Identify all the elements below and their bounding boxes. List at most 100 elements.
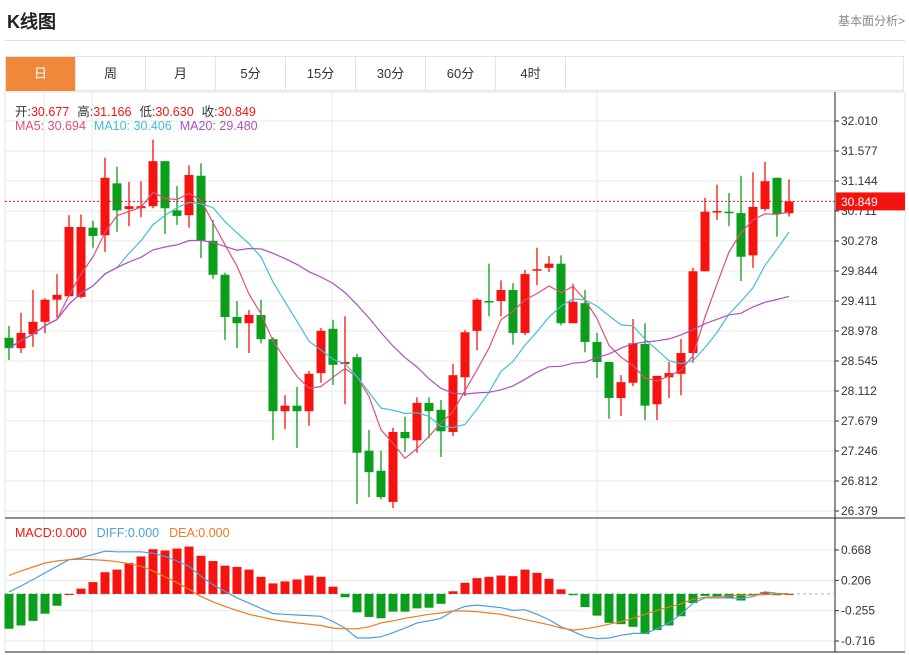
candle-up bbox=[784, 201, 794, 214]
macd-bar bbox=[448, 591, 458, 594]
candle-down bbox=[292, 405, 302, 412]
price-tick-label: 28.112 bbox=[841, 384, 877, 398]
macd-bar bbox=[364, 593, 374, 617]
macd-bar bbox=[208, 561, 218, 594]
macd-tick-label: 0.668 bbox=[841, 543, 871, 557]
macd-bar bbox=[304, 575, 314, 594]
candle-up bbox=[40, 299, 50, 322]
ma10-value: 30.406 bbox=[133, 119, 172, 133]
macd-bar bbox=[268, 583, 278, 594]
candle-down bbox=[352, 357, 362, 453]
ohlc-info: 开:30.677 高:31.166 低:30.630 收:30.849 bbox=[15, 101, 256, 120]
price-tick-label: 29.844 bbox=[841, 264, 878, 278]
candle-up bbox=[280, 405, 290, 412]
macd-bar bbox=[64, 593, 74, 595]
macd-bar bbox=[244, 569, 254, 594]
high-value: 31.166 bbox=[93, 105, 132, 119]
macd-bar bbox=[184, 546, 194, 594]
macd-bar bbox=[256, 576, 266, 594]
macd-bar bbox=[280, 581, 290, 594]
macd-bar bbox=[124, 563, 134, 594]
candle-down bbox=[208, 240, 218, 275]
macd-bar bbox=[232, 566, 242, 594]
macd-bar bbox=[28, 593, 38, 621]
price-tick-label: 31.577 bbox=[841, 144, 878, 158]
macd-info: MACD:0.000 DIFF:0.000 DEA:0.000 bbox=[15, 526, 230, 540]
macd-bar bbox=[520, 569, 530, 594]
candle-down bbox=[88, 227, 98, 236]
last-price-label: 30.849 bbox=[841, 195, 878, 209]
candle-up bbox=[616, 382, 626, 399]
macd-bar bbox=[592, 593, 602, 616]
macd-bar bbox=[580, 593, 590, 608]
candle-down bbox=[604, 362, 614, 399]
ma20-value: 29.480 bbox=[219, 119, 258, 133]
ma5-label: MA5: bbox=[15, 119, 45, 133]
candle-up bbox=[76, 226, 86, 297]
candle-down bbox=[112, 183, 122, 211]
macd-tick-label: -0.255 bbox=[841, 604, 875, 618]
macd-bar bbox=[4, 593, 14, 629]
candle-up bbox=[100, 177, 110, 236]
candle-up bbox=[472, 299, 482, 331]
candle-up bbox=[748, 206, 758, 256]
candle-down bbox=[172, 210, 182, 216]
macd-bar bbox=[460, 582, 470, 594]
candle-up bbox=[448, 375, 458, 432]
diff-value: 0.000 bbox=[127, 526, 160, 540]
macd-bar bbox=[412, 593, 422, 609]
ma-info: MA5: 30.694 MA10: 30.406 MA20: 29.480 bbox=[15, 119, 258, 133]
macd-bar bbox=[436, 593, 446, 604]
macd-bar bbox=[352, 593, 362, 613]
macd-bar bbox=[472, 578, 482, 594]
price-tick-label: 29.411 bbox=[841, 294, 877, 308]
macd-tick-label: -0.716 bbox=[841, 634, 875, 648]
candle-down bbox=[220, 274, 230, 318]
macd-bar bbox=[292, 579, 302, 594]
macd-bar bbox=[340, 593, 350, 598]
candle-down bbox=[400, 431, 410, 439]
macd-bar bbox=[496, 575, 506, 594]
macd-bar bbox=[136, 556, 146, 594]
ma10-label: MA10: bbox=[93, 119, 131, 133]
macd-tick-label: 0.206 bbox=[841, 573, 871, 587]
ma20-label: MA20: bbox=[179, 119, 216, 133]
candle-up bbox=[760, 181, 770, 209]
candle-up bbox=[712, 211, 722, 213]
macd-bar bbox=[16, 593, 26, 626]
candle-up bbox=[64, 226, 74, 297]
kline-chart[interactable]: 32.01031.57731.14430.71130.27829.84429.4… bbox=[0, 0, 909, 655]
macd-bar bbox=[76, 588, 86, 594]
candle-up bbox=[544, 263, 554, 268]
macd-bar bbox=[172, 548, 182, 594]
macd-bar bbox=[532, 572, 542, 594]
candle-up bbox=[244, 314, 254, 324]
macd-bar bbox=[604, 593, 614, 623]
macd-bar bbox=[400, 593, 410, 612]
candle-down bbox=[376, 470, 386, 498]
candle-up bbox=[460, 332, 470, 378]
ma20-line bbox=[8, 239, 790, 395]
ma5-value: 30.694 bbox=[47, 119, 86, 133]
macd-bar bbox=[196, 555, 206, 594]
macd-bar bbox=[700, 593, 710, 596]
macd-bar bbox=[616, 593, 626, 625]
macd-bar bbox=[568, 593, 578, 596]
candle-up bbox=[304, 373, 314, 412]
candle-down bbox=[268, 339, 278, 412]
price-tick-label: 27.246 bbox=[841, 444, 878, 458]
macd-bar bbox=[556, 589, 566, 594]
candle-up bbox=[148, 161, 158, 207]
ma10-line bbox=[8, 201, 790, 429]
low-label: 低: bbox=[139, 105, 156, 119]
macd-bar bbox=[328, 586, 338, 594]
price-tick-label: 26.812 bbox=[841, 474, 878, 488]
candle-down bbox=[772, 177, 782, 214]
ma5-line bbox=[8, 191, 790, 460]
candle-up bbox=[688, 271, 698, 354]
price-tick-label: 26.379 bbox=[841, 504, 878, 518]
diff-label: DIFF: bbox=[96, 526, 128, 540]
candle-down bbox=[580, 303, 590, 342]
candle-up bbox=[52, 294, 62, 300]
macd-bar bbox=[388, 593, 398, 612]
